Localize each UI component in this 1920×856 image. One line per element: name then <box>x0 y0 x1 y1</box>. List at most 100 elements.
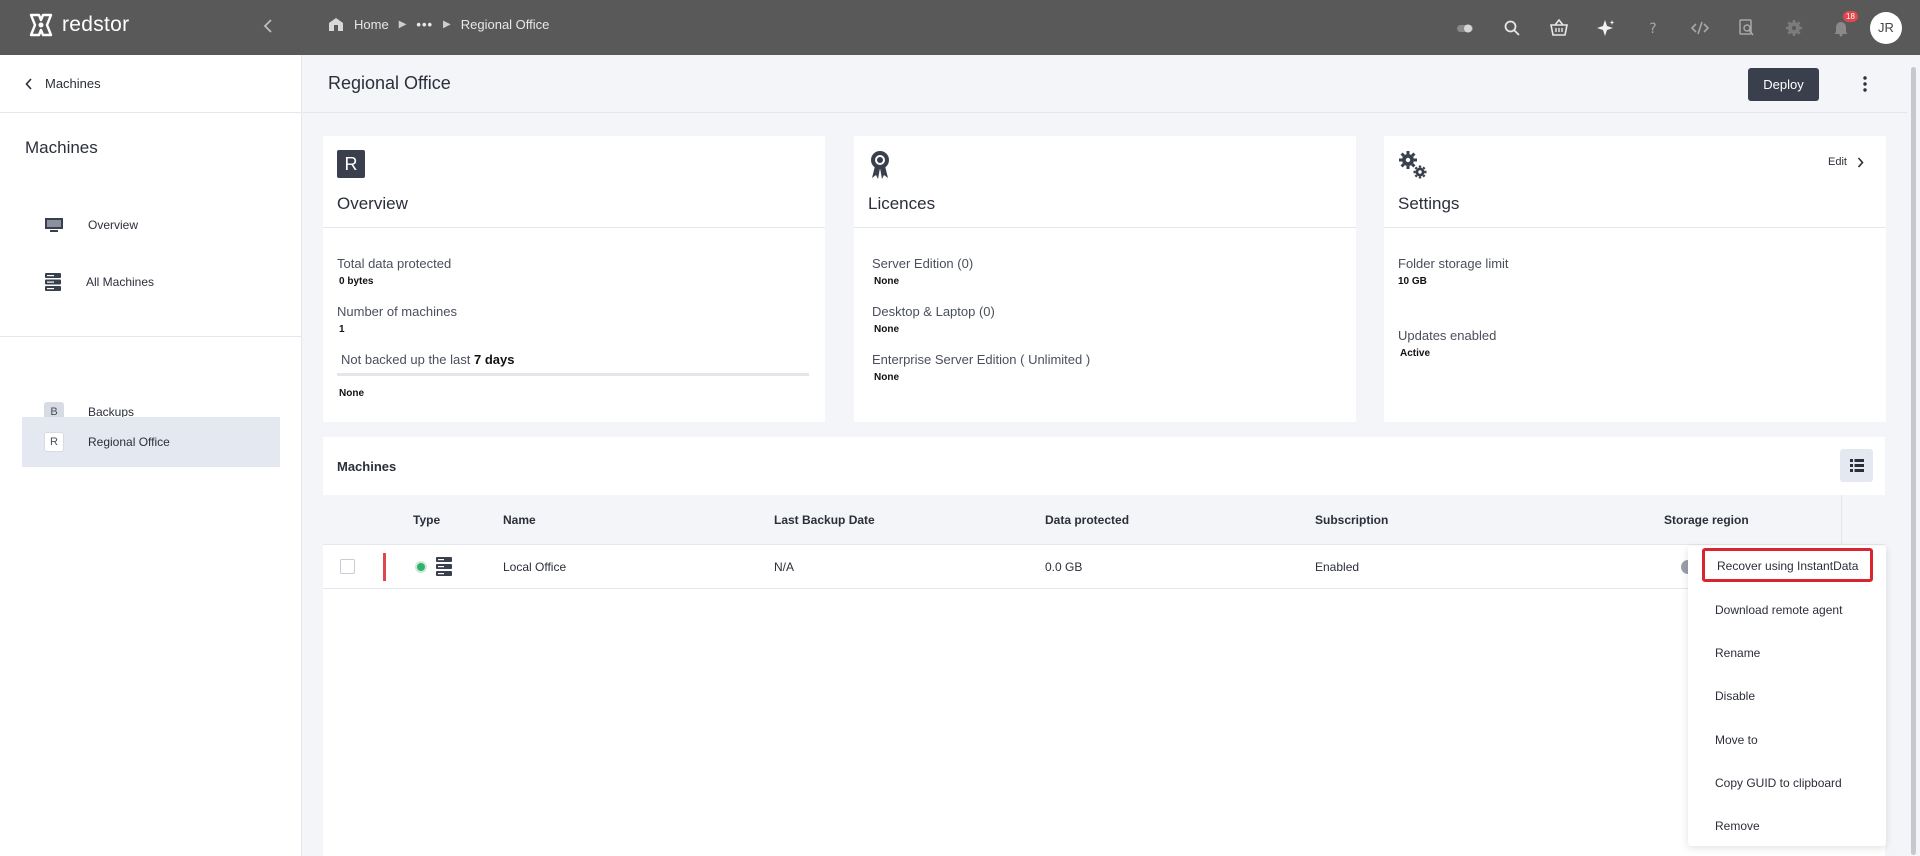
settings-edit-link[interactable]: Edit <box>1828 156 1864 168</box>
page-header: Regional Office Deploy <box>303 55 1920 113</box>
sidebar-item-label: Overview <box>88 218 139 232</box>
award-icon <box>871 151 889 179</box>
basket-button[interactable] <box>1535 0 1582 55</box>
gear-icon <box>1785 19 1802 36</box>
column-header-subscription[interactable]: Subscription <box>1315 513 1388 527</box>
settings-title: Settings <box>1398 194 1460 213</box>
licences-title: Licences <box>868 194 936 213</box>
stat-value: 0 bytes <box>339 276 374 287</box>
more-options-button[interactable] <box>1855 71 1875 97</box>
breadcrumb-home[interactable]: Home <box>354 17 389 32</box>
stat-label: Total data protected <box>337 256 452 271</box>
sidebar-title: Machines <box>25 138 98 157</box>
toggle-button[interactable] <box>1441 0 1488 55</box>
column-header-last-backup[interactable]: Last Backup Date <box>774 513 875 527</box>
breadcrumb-current: Regional Office <box>460 17 550 32</box>
settings-button[interactable] <box>1770 0 1817 55</box>
home-icon[interactable] <box>328 17 344 32</box>
monitor-icon <box>45 218 63 232</box>
column-header-storage-region[interactable]: Storage region <box>1664 513 1749 527</box>
stat-value: None <box>874 324 899 335</box>
menu-item-remove[interactable]: Remove <box>1715 819 1760 833</box>
stat-label: Enterprise Server Edition ( Unlimited ) <box>872 352 1091 367</box>
stat-value: None <box>874 276 899 287</box>
column-header-name[interactable]: Name <box>503 513 536 527</box>
search-button[interactable] <box>1488 0 1535 55</box>
column-header-type[interactable]: Type <box>413 513 440 527</box>
redstor-logo-icon <box>29 13 53 37</box>
help-icon: ? <box>1649 21 1656 37</box>
online-status-icon <box>415 561 427 573</box>
page-title: Regional Office <box>328 73 451 93</box>
sparkle-icon <box>1596 19 1614 36</box>
chevron-left-icon <box>25 77 32 90</box>
collapse-sidebar-button[interactable] <box>258 16 278 36</box>
gears-icon <box>1399 151 1427 179</box>
table-row[interactable]: Local Office N/A 0.0 GB Enabled <box>323 545 1885 589</box>
cell-data-protected: 0.0 GB <box>1045 560 1083 574</box>
sidebar: Machines Machines Overview All Machines … <box>0 55 302 856</box>
menu-item-rename[interactable]: Rename <box>1715 646 1760 660</box>
help-button[interactable]: ? <box>1629 0 1676 55</box>
settings-card: Settings Edit Folder storage limit 10 GB… <box>1384 136 1886 422</box>
row-context-menu: Recover using InstantData Download remot… <box>1688 546 1886 846</box>
machines-title: Machines <box>337 459 397 474</box>
breadcrumb-ellipsis[interactable]: ••• <box>416 17 433 32</box>
table-header: Type Name Last Backup Date Data protecte… <box>323 495 1885 545</box>
code-icon <box>1690 21 1709 34</box>
menu-item-move-to[interactable]: Move to <box>1715 733 1758 747</box>
notification-badge: 18 <box>1843 11 1858 22</box>
user-avatar[interactable]: JR <box>1870 11 1902 44</box>
notifications-button[interactable]: 18 <box>1817 0 1864 55</box>
chevron-left-icon <box>263 19 272 33</box>
deploy-button[interactable]: Deploy <box>1748 68 1819 101</box>
overview-card-header: R Overview <box>323 136 825 228</box>
ai-button[interactable] <box>1582 0 1629 55</box>
menu-item-disable[interactable]: Disable <box>1715 689 1755 703</box>
stat-value: Active <box>1400 348 1431 359</box>
menu-item-recover-instantdata[interactable]: Recover using InstantData <box>1702 548 1873 582</box>
column-header-data-protected[interactable]: Data protected <box>1045 513 1129 527</box>
sidebar-item-all-machines[interactable]: All Machines <box>22 257 280 307</box>
stat-value: 1 <box>339 324 345 335</box>
code-button[interactable] <box>1676 0 1723 55</box>
top-toolbar: ? 18 JR <box>1441 0 1906 55</box>
menu-item-download-remote-agent[interactable]: Download remote agent <box>1715 603 1842 617</box>
machines-panel: Machines Type Name Last Backup Date Data… <box>323 437 1885 856</box>
server-icon <box>45 273 61 291</box>
brand-logo[interactable]: redstor <box>28 12 129 38</box>
licence-enterprise-server: Enterprise Server Edition ( Unlimited ) … <box>872 352 1090 383</box>
machines-count-stat: Number of machines 1 <box>337 304 457 335</box>
search-document-button[interactable] <box>1723 0 1770 55</box>
updates-enabled-stat: Updates enabled Active <box>1398 328 1496 359</box>
svg-text:?: ? <box>1649 21 1656 37</box>
chevron-right-icon <box>1857 156 1864 168</box>
stat-value: None <box>874 372 899 383</box>
regional-office-letter-badge: R <box>44 432 64 452</box>
not-backed-prefix: Not backed up the last <box>341 352 471 367</box>
scrollbar-thumb[interactable] <box>1911 67 1916 855</box>
overview-letter-icon: R <box>337 150 365 178</box>
total-data-stat: Total data protected 0 bytes <box>337 256 451 287</box>
cell-subscription: Enabled <box>1315 560 1360 574</box>
cell-last-backup: N/A <box>774 560 795 574</box>
edit-label: Edit <box>1828 156 1847 168</box>
kebab-menu-icon <box>1863 76 1867 92</box>
row-checkbox[interactable] <box>340 559 355 574</box>
not-backed-up-stat: Not backed up the last 7 days None <box>337 352 809 399</box>
menu-item-copy-guid[interactable]: Copy GUID to clipboard <box>1715 776 1842 790</box>
overview-title: Overview <box>337 194 408 213</box>
list-view-button[interactable] <box>1840 449 1873 482</box>
stat-label: Number of machines <box>337 304 457 319</box>
cell-name[interactable]: Local Office <box>503 560 566 574</box>
sidebar-item-overview[interactable]: Overview <box>22 200 280 250</box>
sidebar-back-link[interactable]: Machines <box>0 55 301 113</box>
stat-value: 10 GB <box>1398 276 1427 287</box>
licence-server-edition: Server Edition (0) None <box>872 256 973 287</box>
sidebar-item-regional-office[interactable]: R Regional Office <box>22 417 280 467</box>
breadcrumb-separator-icon: ▶ <box>398 19 407 30</box>
not-backed-progress-bar <box>337 373 809 376</box>
page-scrollbar[interactable] <box>1907 55 1920 856</box>
sidebar-item-label: Regional Office <box>88 435 170 449</box>
sidebar-divider <box>0 336 302 337</box>
